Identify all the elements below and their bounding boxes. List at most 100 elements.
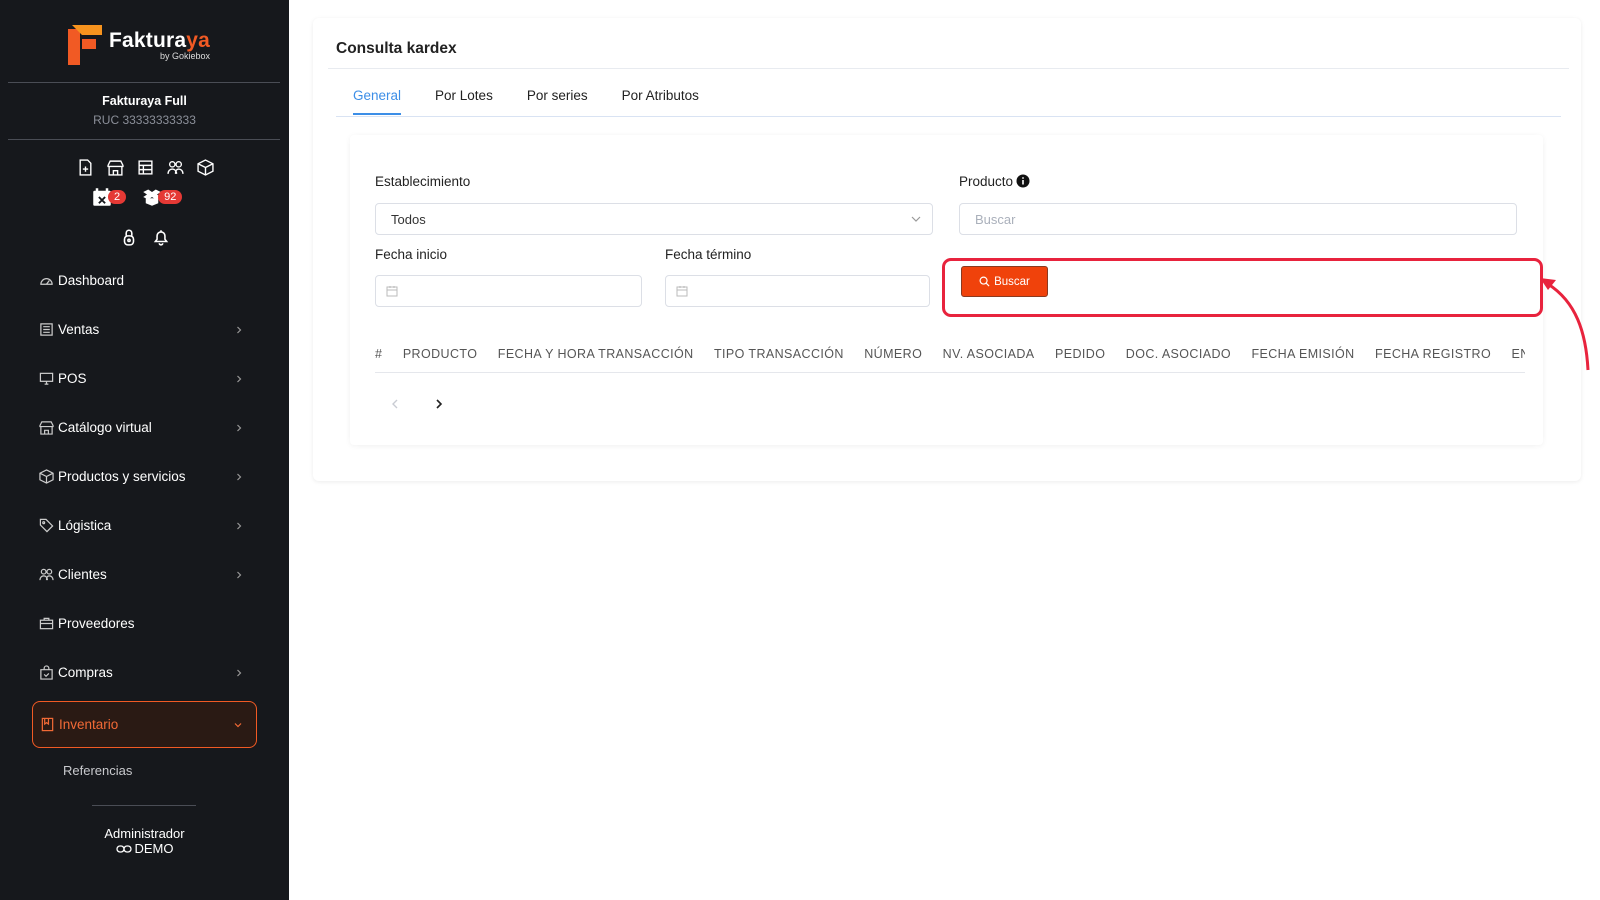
search-icon [979,276,990,287]
logo-icon [68,25,102,65]
brand-name: Fakturaya [109,29,211,52]
sidebar-item-label: Dashboard [58,273,125,288]
column-header: NV. ASOCIADA [942,347,1035,361]
tabs: General Por Lotes Por series Por Atribut… [353,88,733,115]
sidebar-item-label: Ventas [58,322,100,337]
company-name: Fakturaya Full [102,94,187,108]
box-icon[interactable] [197,159,214,176]
chevron-right-icon [237,375,242,382]
monitor-icon [39,372,54,385]
sidebar-subitem-referencias[interactable]: Referencias [0,748,289,793]
sidebar-item-catalogo-virtual[interactable]: Catálogo virtual [0,403,289,452]
tab-por-lotes[interactable]: Por Lotes [435,88,493,115]
sidebar-item-label: Clientes [58,567,107,582]
sidebar-item-proveedores[interactable]: Proveedores [0,599,289,648]
sidebar-item-productos-servicios[interactable]: Productos y servicios [0,452,289,501]
chevron-down-icon [234,722,242,727]
prev-page-icon[interactable] [388,397,402,411]
briefcase-icon [39,617,54,630]
sidebar-item-label: Lógistica [58,518,112,533]
store-icon[interactable] [107,159,124,176]
chevron-down-icon [911,216,921,222]
next-page-icon[interactable] [432,397,446,411]
sidebar-item-ventas[interactable]: Ventas [0,305,289,354]
store-icon [39,421,54,435]
fecha-inicio-label: Fecha inicio [375,247,448,262]
link-icon [115,844,132,853]
establecimiento-value: Todos [391,211,426,227]
chevron-right-icon [237,571,242,578]
list-icon [40,323,53,336]
sidebar-divider [8,82,280,83]
company-info: Fakturaya Full RUC 33333333333 [0,94,289,127]
establecimiento-label: Establecimiento [375,174,471,189]
tab-por-atributos[interactable]: Por Atributos [622,88,699,115]
sidebar-item-pos[interactable]: POS [0,354,289,403]
chevron-right-icon [237,424,242,431]
user-name: Administrador [104,826,185,841]
sidebar-item-label: Compras [58,665,113,680]
users-icon[interactable] [167,159,184,176]
document-add-icon[interactable] [77,159,94,176]
sidebar-item-label: Catálogo virtual [58,420,152,435]
calendar-icon [386,286,398,297]
utility-icons [120,228,170,246]
sidebar-item-label: Proveedores [58,616,135,631]
calendar-badge[interactable]: 2 [92,187,127,207]
users-icon [39,568,54,581]
user-info[interactable]: Administrador DEMO [0,826,289,856]
sidebar-menu: Dashboard Ventas POS Catálogo virtual Pr… [0,256,289,793]
calendar-icon [676,286,688,297]
user-role: DEMO [134,841,174,856]
info-icon[interactable] [1016,174,1030,188]
tag-icon [39,518,54,533]
sidebar-item-compras[interactable]: Compras [0,648,289,697]
establecimiento-select[interactable]: Todos [375,203,933,235]
annotation-arrow [1540,278,1590,371]
sidebar-divider [8,139,280,140]
table-header: # PRODUCTO FECHA Y HORA TRANSACCIÓN TIPO… [375,345,1525,373]
sidebar: Fakturaya by Gokiebox Fakturaya Full RUC… [0,0,289,900]
brand-byline: by Gokiebox [160,51,211,61]
sidebar-item-label: Inventario [59,717,119,732]
sidebar-item-inventario[interactable]: Inventario [32,701,257,748]
column-header: NÚMERO [864,347,923,361]
table-icon[interactable] [137,159,154,176]
gauge-icon [40,278,53,285]
notification-badges: 2 92 [92,187,183,207]
buscar-label: Buscar [994,275,1030,288]
sidebar-item-clientes[interactable]: Clientes [0,550,289,599]
brand-logo[interactable]: Fakturaya by Gokiebox [68,25,210,65]
buscar-button[interactable]: Buscar [961,266,1048,297]
sidebar-item-logistica[interactable]: Lógistica [0,501,289,550]
sidebar-item-dashboard[interactable]: Dashboard [0,256,289,305]
chevron-right-icon [237,326,242,333]
book-icon [41,717,54,732]
chevron-right-icon [237,669,242,676]
bell-icon[interactable] [152,228,170,246]
producto-label: Producto [959,174,1030,189]
calendar-count-badge: 2 [108,190,127,204]
fecha-termino-input[interactable] [665,275,930,307]
fecha-termino-label: Fecha término [665,247,752,262]
company-ruc: RUC 33333333333 [93,113,196,127]
producto-search-input[interactable]: Buscar [959,203,1517,235]
chevron-right-icon [237,473,242,480]
box-count-badge: 92 [158,190,183,204]
bag-icon [40,665,53,680]
tab-por-series[interactable]: Por series [527,88,588,115]
column-header: ENTRADA [1511,347,1525,361]
column-header: FECHA REGISTRO [1375,347,1492,361]
box-badge[interactable]: 92 [142,187,183,207]
column-header: FECHA Y HORA TRANSACCIÓN [497,347,694,361]
lock-icon[interactable] [120,228,138,246]
sidebar-item-label: Productos y servicios [58,469,186,484]
tabs-divider [336,116,1561,117]
fecha-inicio-input[interactable] [375,275,642,307]
column-header: FECHA EMISIÓN [1251,347,1355,361]
chevron-right-icon [237,522,242,529]
column-header: TIPO TRANSACCIÓN [714,347,844,361]
tab-general[interactable]: General [353,88,402,115]
column-header: DOC. ASOCIADO [1125,347,1231,361]
box-icon [39,469,54,484]
